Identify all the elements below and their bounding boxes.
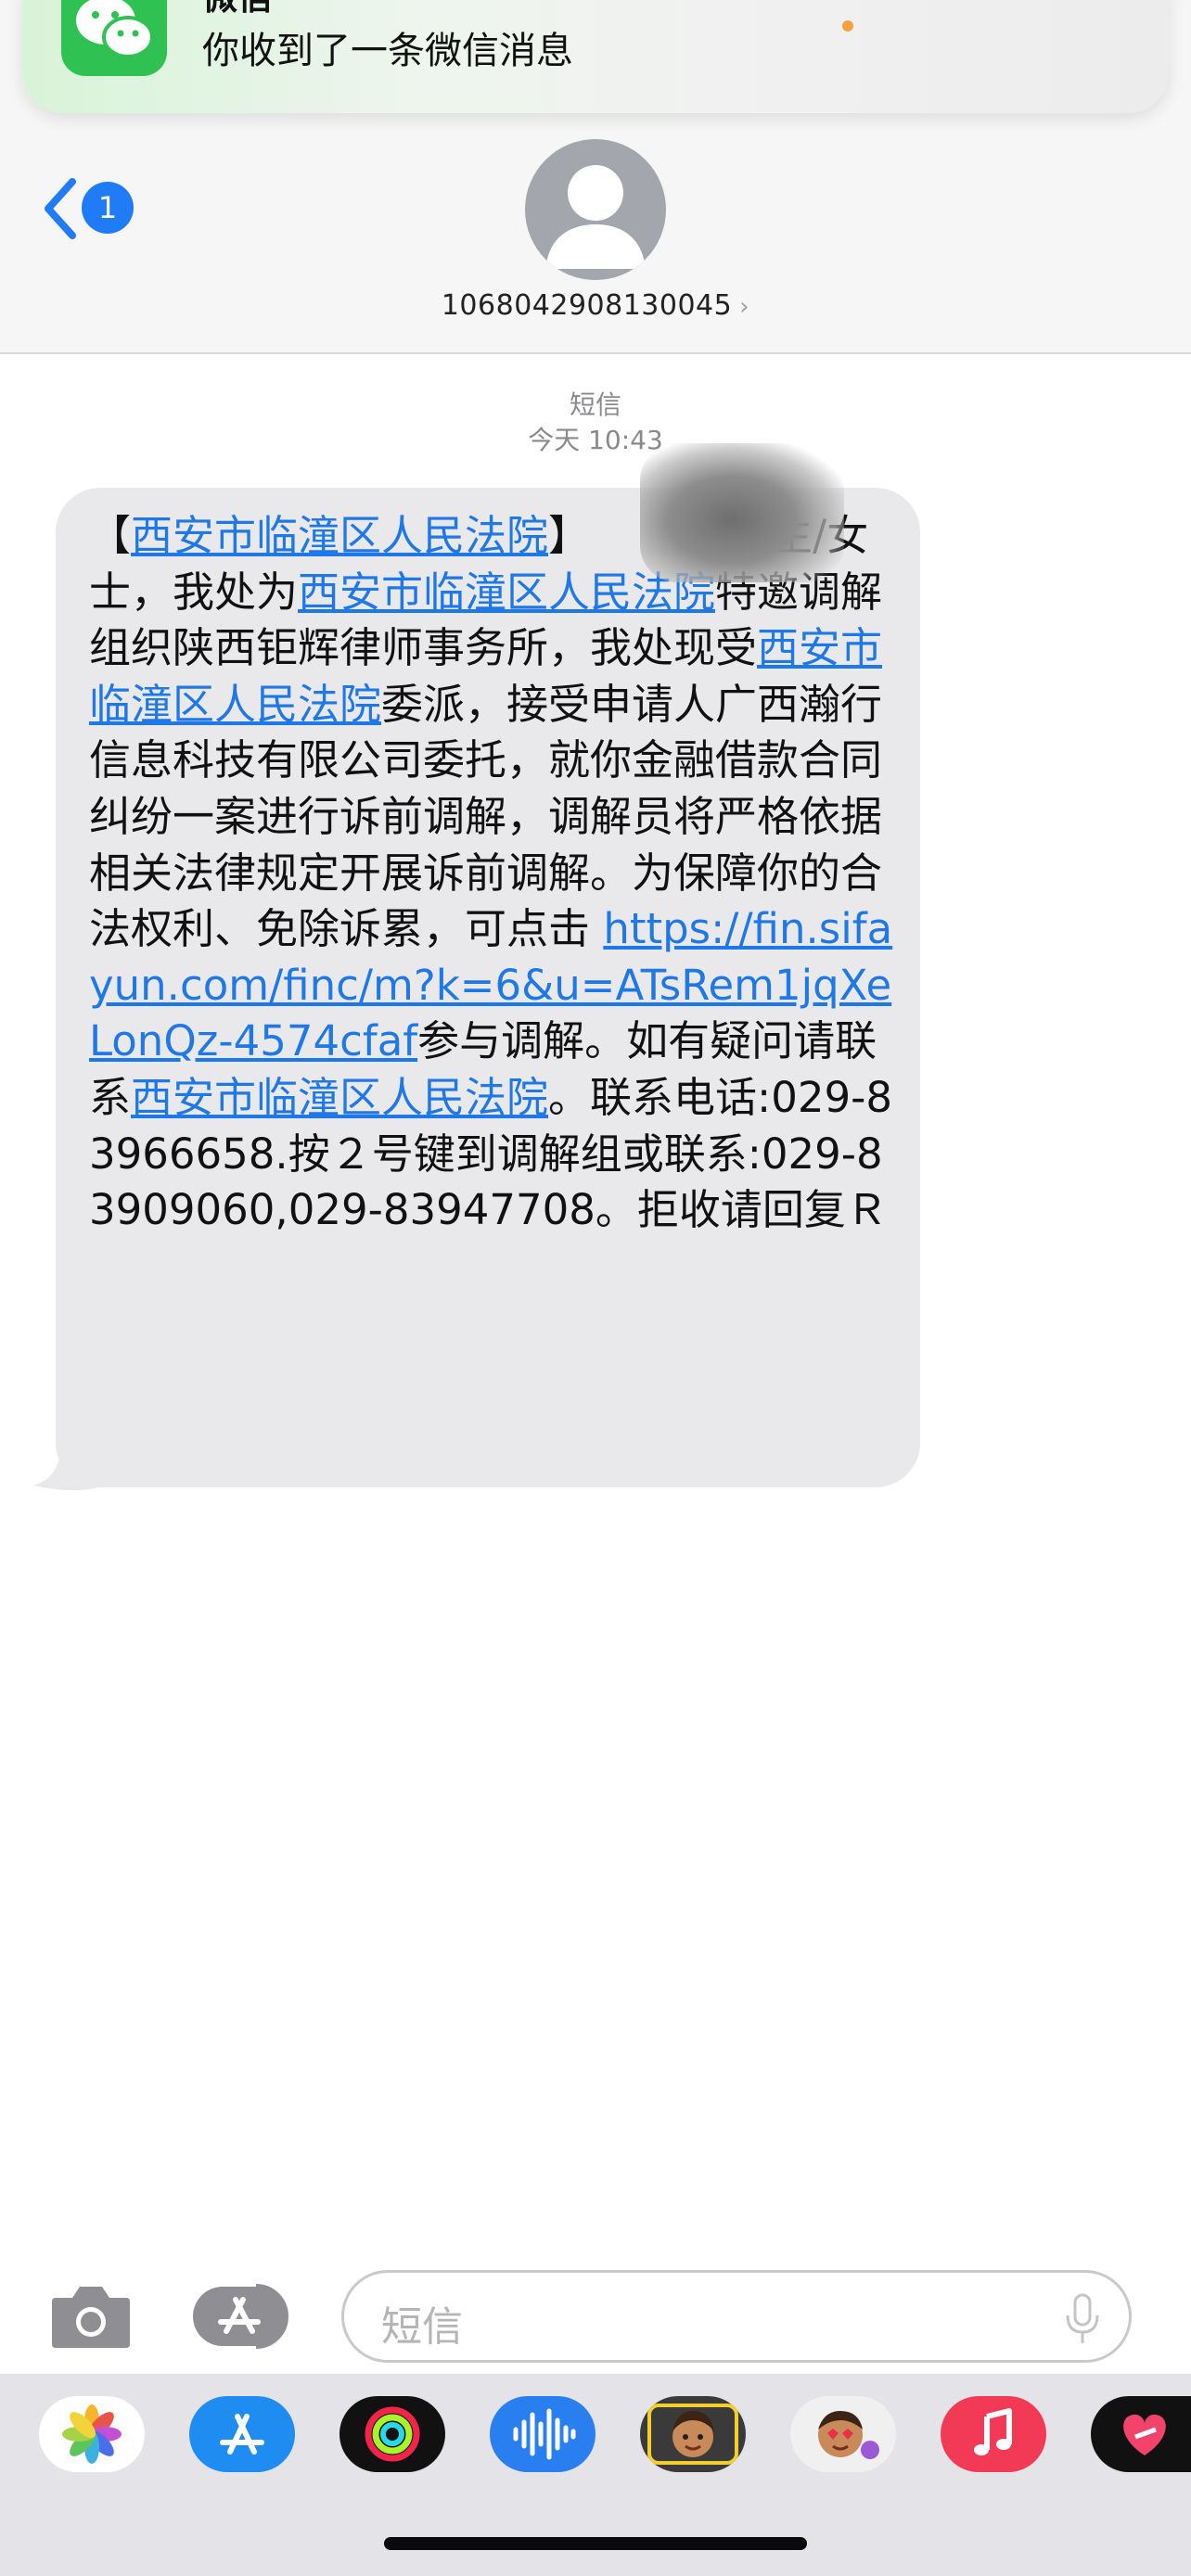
photos-app-icon[interactable] [39, 2396, 145, 2472]
audio-waveform-icon[interactable] [490, 2396, 596, 2472]
message-timestamp: 今天 10:43 [528, 425, 663, 455]
contact-name[interactable]: 1068042908130045 › [0, 289, 1191, 322]
message-text: 【西安市临潼区人民法院】先生/女士，我处为西安市临潼区人民法院特邀调解组织陕西钜… [89, 508, 909, 1239]
court-link[interactable]: 西安市临潼区人民法院 [131, 1073, 548, 1122]
message-bubble[interactable]: 【西安市临潼区人民法院】先生/女士，我处为西安市临潼区人民法院特邀调解组织陕西钜… [56, 488, 920, 1487]
court-link[interactable]: 西安市临潼区人民法院 [131, 511, 548, 560]
microphone-icon[interactable] [1064, 2293, 1101, 2345]
activity-icon[interactable] [339, 2396, 445, 2472]
unread-dot [842, 20, 853, 32]
notification-banner[interactable]: 微信 你收到了一条微信消息 现在 [22, 0, 1169, 113]
memoji-stickers-icon[interactable] [790, 2396, 896, 2472]
court-link[interactable]: 西安市临潼区人民法院 [298, 567, 715, 617]
app-store-button[interactable] [191, 2283, 297, 2350]
camera-button[interactable] [48, 2281, 134, 2352]
redaction-scribble [640, 443, 844, 582]
wechat-icon [61, 0, 167, 76]
message-segment: 】 [548, 511, 591, 560]
message-meta: 短信 今天 10:43 [0, 388, 1191, 458]
chevron-right-icon: › [739, 293, 750, 321]
app-store-icon[interactable] [189, 2396, 295, 2472]
contact-number: 1068042908130045 [441, 289, 733, 322]
notification-app-name: 微信 [202, 0, 273, 19]
service-label: 短信 [569, 389, 621, 420]
message-segment: 【 [89, 511, 132, 560]
app-store-icon [193, 2284, 288, 2349]
camera-icon [52, 2287, 130, 2348]
contact-avatar[interactable] [525, 139, 666, 280]
notification-time: 现在 [1048, 0, 1108, 6]
chevron-left-icon [45, 178, 76, 239]
heart-app-icon[interactable] [1091, 2396, 1191, 2472]
memoji-icon[interactable] [640, 2396, 746, 2472]
notification-body: 你收到了一条微信消息 [202, 30, 573, 72]
home-indicator[interactable] [384, 2537, 807, 2550]
unread-badge: 1 [82, 182, 134, 234]
back-button[interactable]: 1 [41, 176, 143, 241]
person-icon [545, 165, 646, 269]
music-icon[interactable] [941, 2396, 1046, 2472]
message-input[interactable]: 短信 [341, 2270, 1132, 2363]
input-placeholder: 短信 [381, 2303, 463, 2351]
input-bar: 短信 [0, 2253, 1191, 2383]
